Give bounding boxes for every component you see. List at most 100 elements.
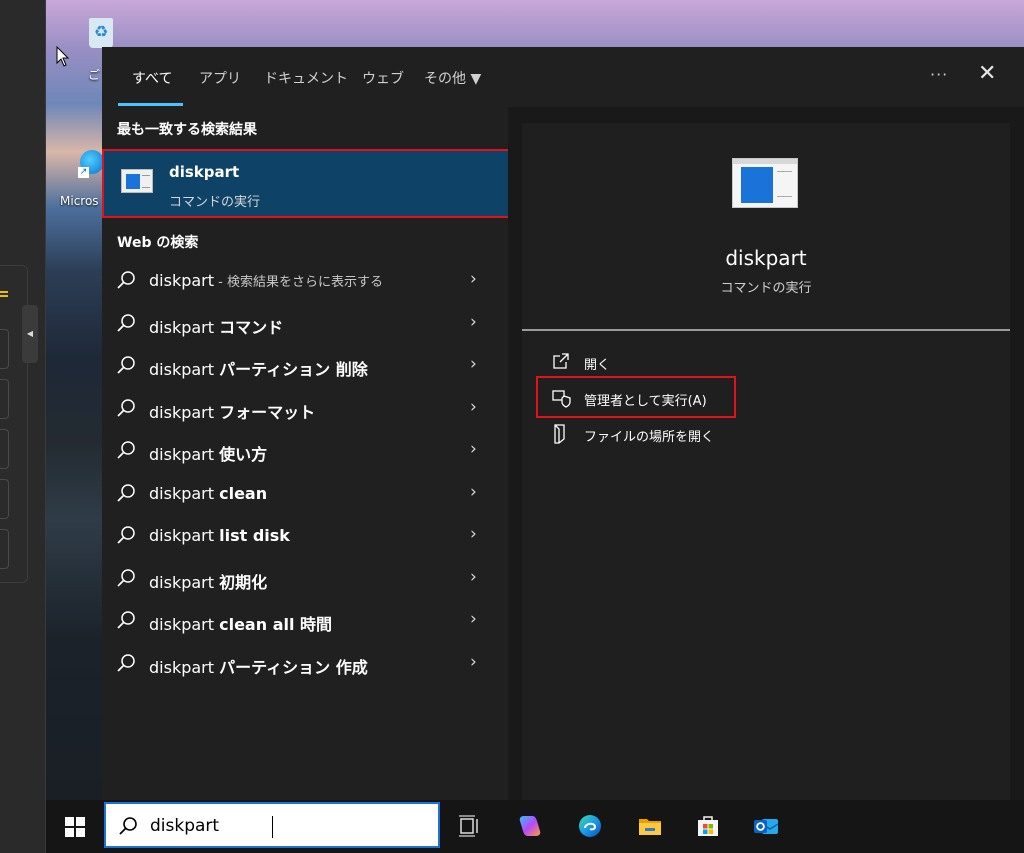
search-icon — [119, 817, 137, 835]
copilot-icon[interactable] — [516, 812, 544, 840]
search-icon — [117, 483, 135, 502]
chevron-right-icon: › — [470, 354, 477, 374]
preview-app-name: diskpart — [725, 246, 807, 270]
windows-start-icon[interactable] — [65, 817, 85, 837]
suggestion-emphasis: パーティション 作成 — [219, 657, 368, 677]
run-as-admin-label: 管理者として実行(A) — [584, 394, 707, 409]
search-icon — [117, 313, 135, 332]
best-match-result[interactable]: diskpart コマンドの実行 — [102, 149, 512, 218]
open-external-icon — [553, 353, 569, 369]
run-as-admin-action[interactable]: 管理者として実行(A) — [548, 387, 733, 411]
search-icon — [117, 271, 135, 289]
search-icon — [117, 653, 135, 672]
suggestion-emphasis: list disk — [219, 526, 290, 545]
chevron-right-icon: › — [470, 651, 477, 672]
preview-divider — [522, 329, 1010, 331]
web-suggestion-text: diskpart コマンド — [149, 314, 283, 338]
suggestion-query: diskpart — [149, 317, 220, 337]
web-suggestion-item[interactable]: diskpart パーティション 削除 › — [102, 344, 507, 386]
suggestion-hint: - 検索結果をさらに表示する — [214, 275, 383, 290]
outlook-icon[interactable] — [752, 812, 780, 840]
search-icon — [117, 568, 135, 587]
chevron-right-icon: › — [470, 269, 477, 289]
web-suggestion-text: diskpart パーティション 作成 — [149, 654, 368, 678]
side-slot[interactable] — [0, 329, 9, 369]
microsoft-store-icon[interactable] — [694, 812, 722, 840]
suggestion-emphasis: フォーマット — [219, 402, 316, 422]
web-suggestion-item[interactable]: diskpart フォーマット › — [102, 387, 507, 429]
web-suggestion-text: diskpart clean all 時間 — [149, 611, 332, 635]
open-action-label: 開く — [584, 358, 611, 373]
collapse-panel-button[interactable]: ◀ — [22, 305, 38, 363]
web-suggestion-item[interactable]: diskpart 初期化 › — [102, 557, 507, 599]
file-explorer-icon[interactable] — [636, 812, 664, 840]
open-file-location-label: ファイルの場所を開く — [584, 430, 715, 445]
search-tabs: すべて アプリ ドキュメント ウェブ その他 ▼ ··· ✕ — [102, 47, 1024, 107]
edge-icon[interactable] — [576, 812, 604, 840]
best-match-name: diskpart — [169, 163, 240, 181]
best-match-heading: 最も一致する検索結果 — [117, 122, 257, 138]
chevron-right-icon: › — [470, 609, 477, 629]
web-suggestion-text: diskpart 初期化 — [149, 569, 267, 593]
web-suggestion-item[interactable]: diskpart パーティション 作成 › — [102, 642, 507, 684]
suggestion-emphasis: 使い方 — [219, 445, 268, 464]
web-suggestion-item[interactable]: diskpart clean › — [102, 472, 507, 514]
side-slot[interactable] — [0, 429, 9, 469]
suggestion-query: diskpart — [149, 526, 220, 545]
suggestion-query: diskpart — [149, 360, 220, 379]
tab-all[interactable]: すべて — [132, 68, 172, 88]
search-icon — [117, 526, 135, 544]
tab-web[interactable]: ウェブ — [362, 68, 404, 88]
text-caret — [272, 816, 273, 838]
web-suggestion-text: diskpart フォーマット — [149, 399, 315, 423]
web-suggestion-text: diskpart list disk — [149, 526, 290, 545]
web-suggestion-text: diskpart clean — [149, 484, 267, 503]
web-suggestion-item[interactable]: diskpart clean all 時間 › — [102, 599, 507, 641]
task-view-icon[interactable] — [456, 812, 484, 840]
search-input[interactable] — [150, 814, 420, 838]
close-icon[interactable]: ✕ — [978, 61, 996, 86]
chevron-right-icon: › — [470, 396, 477, 417]
search-icon — [117, 398, 135, 417]
suggestion-emphasis: 初期化 — [219, 572, 268, 592]
chevron-right-icon: › — [470, 481, 477, 502]
web-suggestion-item[interactable]: diskpart - 検索結果をさらに表示する › — [102, 259, 507, 301]
search-icon — [117, 441, 135, 459]
tab-apps[interactable]: アプリ — [199, 68, 241, 88]
side-slot[interactable] — [0, 479, 9, 519]
run-command-app-icon — [121, 169, 153, 193]
active-tab-indicator — [118, 103, 183, 106]
suggestion-query: diskpart — [149, 615, 220, 634]
run-command-large-icon — [732, 158, 798, 208]
open-file-location-action[interactable]: ファイルの場所を開く — [548, 423, 748, 447]
tab-more[interactable]: その他 ▼ — [424, 68, 481, 88]
side-slot[interactable] — [0, 379, 9, 419]
mouse-cursor-icon — [56, 46, 70, 67]
search-panel: すべて アプリ ドキュメント ウェブ その他 ▼ ··· ✕ 最も一致する検索結… — [102, 47, 1024, 800]
preview-pane: diskpart コマンドの実行 開く 管理者として実行(A) ファイルの場所を… — [508, 107, 1024, 800]
shield-icon — [552, 390, 571, 408]
suggestion-emphasis: コマンド — [219, 317, 284, 337]
suggestion-query: diskpart — [149, 657, 220, 677]
chevron-right-icon: › — [470, 311, 477, 332]
suggestion-emphasis: パーティション 削除 — [219, 360, 368, 379]
open-action[interactable]: 開く — [548, 351, 668, 375]
web-suggestion-item[interactable]: diskpart コマンド › — [102, 302, 507, 344]
edge-shortcut-label: Micros — [60, 194, 99, 208]
more-options-icon[interactable]: ··· — [930, 65, 948, 84]
recycle-bin-icon[interactable]: ♻ — [86, 12, 116, 52]
web-suggestion-text: diskpart - 検索結果をさらに表示する — [149, 271, 383, 290]
suggestion-query: diskpart — [149, 483, 220, 503]
web-suggestion-item[interactable]: diskpart 使い方 › — [102, 429, 507, 471]
menu-lines-icon[interactable] — [0, 291, 8, 293]
edge-shortcut-icon[interactable]: ↗ — [78, 150, 104, 178]
suggestion-emphasis: clean all 時間 — [219, 615, 333, 634]
search-icon — [117, 356, 135, 374]
web-suggestion-item[interactable]: diskpart list disk › — [102, 514, 507, 556]
tab-documents[interactable]: ドキュメント — [264, 68, 348, 88]
side-slot[interactable] — [0, 529, 9, 569]
suggestion-query: diskpart — [149, 445, 220, 464]
chevron-right-icon: › — [470, 524, 477, 544]
taskbar-search-box[interactable] — [104, 802, 440, 848]
best-match-subtitle: コマンドの実行 — [169, 195, 261, 210]
